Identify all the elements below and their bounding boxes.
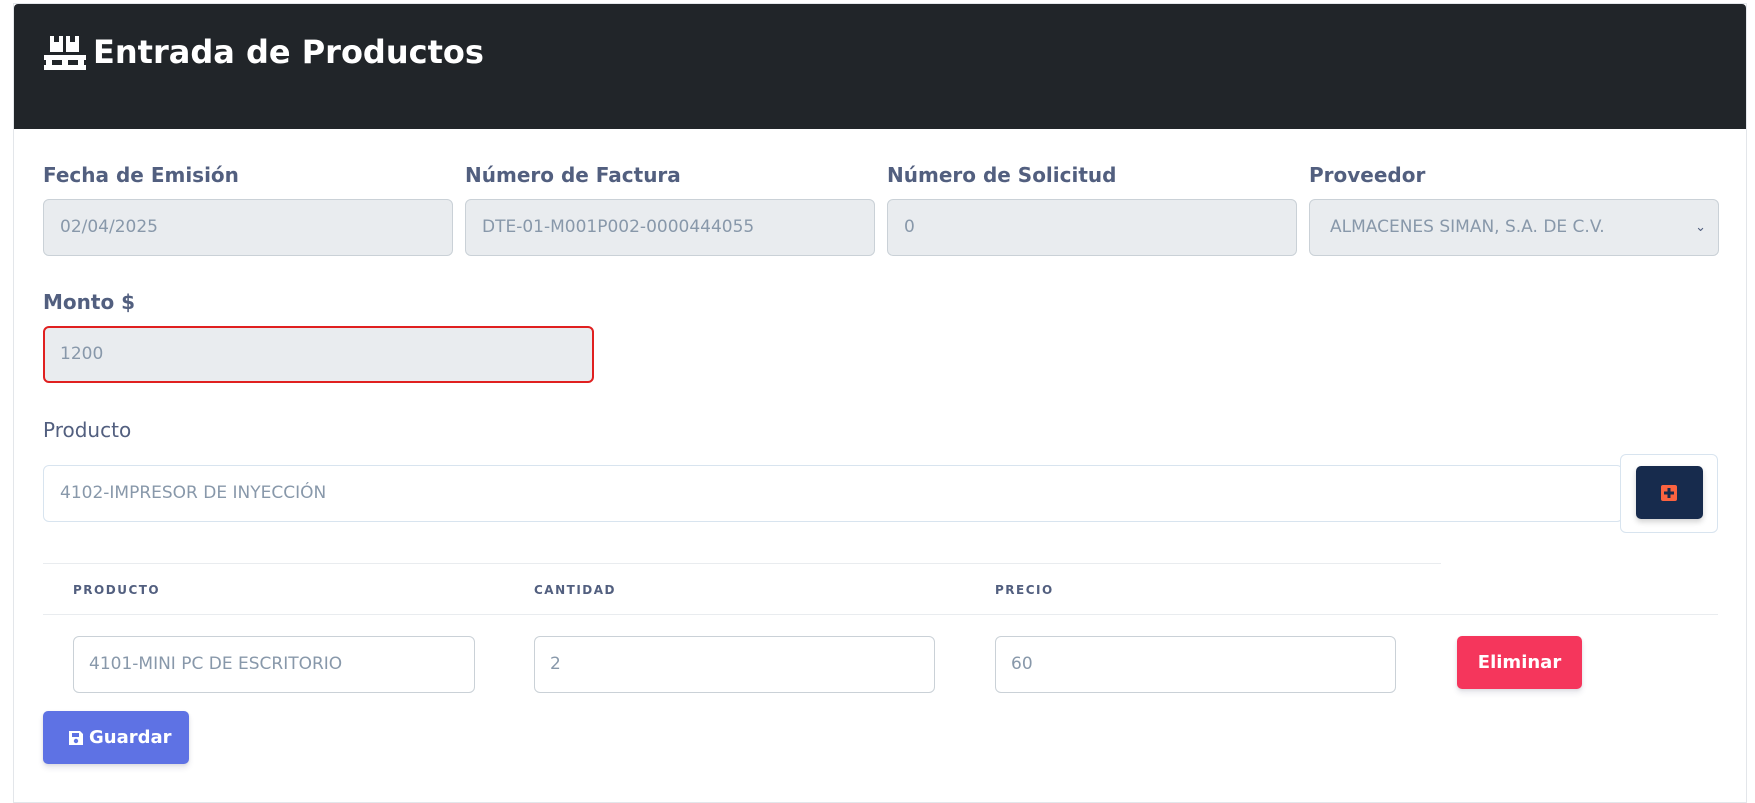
table-top-border [43, 563, 1441, 564]
floppy-disk-icon [69, 731, 83, 745]
numero-factura-input[interactable]: DTE-01-M001P002-0000444055 [465, 199, 875, 256]
numero-solicitud-input[interactable]: 0 [887, 199, 1297, 256]
producto-label: Producto [43, 418, 132, 442]
save-button-label: Guardar [89, 727, 172, 748]
delete-row-button[interactable]: Eliminar [1457, 636, 1582, 689]
numero-solicitud-label: Número de Solicitud [887, 163, 1117, 187]
row-precio-value: 60 [1011, 654, 1033, 674]
numero-factura-value: DTE-01-M001P002-0000444055 [482, 217, 755, 237]
numero-solicitud-value: 0 [904, 217, 915, 237]
monto-input[interactable]: 1200 [43, 326, 594, 383]
pallet-boxes-icon [43, 34, 87, 72]
add-product-button[interactable] [1636, 466, 1703, 519]
product-entry-card: Entrada de Productos Fecha de Emisión Nú… [13, 3, 1747, 803]
monto-label: Monto $ [43, 290, 136, 314]
column-header-cantidad: CANTIDAD [534, 583, 616, 597]
row-cantidad-input[interactable]: 2 [534, 636, 935, 693]
card-header: Entrada de Productos [14, 4, 1746, 129]
chevron-down-icon: ⌄ [1695, 220, 1706, 235]
fecha-emision-input[interactable]: 02/04/2025 [43, 199, 453, 256]
save-button[interactable]: Guardar [43, 711, 189, 764]
row-producto-input[interactable]: 4101-MINI PC DE ESCRITORIO [73, 636, 475, 693]
monto-value: 1200 [60, 344, 104, 364]
producto-search-input[interactable]: 4102-IMPRESOR DE INYECCIÓN [43, 465, 1623, 522]
fecha-emision-value: 02/04/2025 [60, 217, 158, 237]
row-precio-input[interactable]: 60 [995, 636, 1396, 693]
column-header-producto: PRODUCTO [73, 583, 161, 597]
proveedor-select[interactable]: ALMACENES SIMAN, S.A. DE C.V. ⌄ [1309, 199, 1719, 256]
page-title: Entrada de Productos [93, 33, 484, 71]
row-producto-value: 4101-MINI PC DE ESCRITORIO [89, 654, 343, 674]
proveedor-label: Proveedor [1309, 163, 1426, 187]
producto-search-value: 4102-IMPRESOR DE INYECCIÓN [60, 483, 327, 503]
plus-square-icon [1661, 485, 1677, 501]
proveedor-value: ALMACENES SIMAN, S.A. DE C.V. [1330, 217, 1605, 237]
add-product-addon [1620, 454, 1718, 533]
row-cantidad-value: 2 [550, 654, 561, 674]
column-header-precio: PRECIO [995, 583, 1054, 597]
table-header-border [43, 614, 1718, 615]
fecha-emision-label: Fecha de Emisión [43, 163, 239, 187]
numero-factura-label: Número de Factura [465, 163, 681, 187]
